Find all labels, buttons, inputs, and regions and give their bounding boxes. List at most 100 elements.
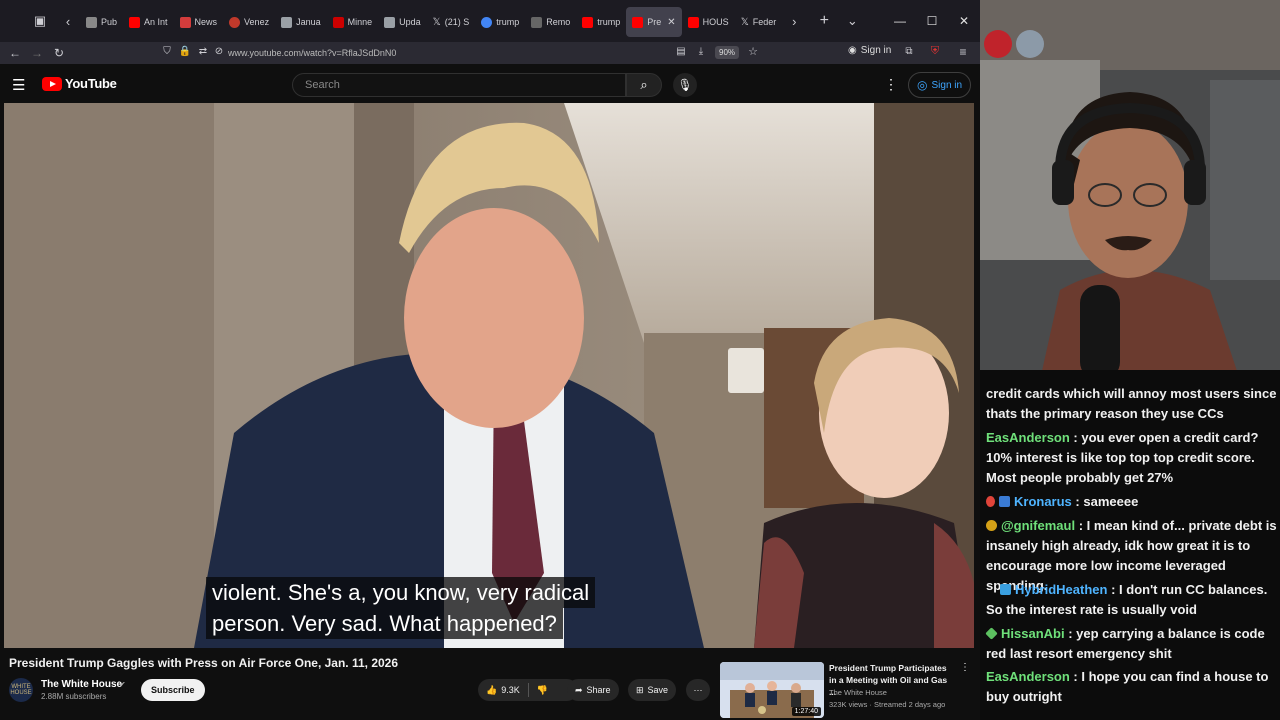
settings-kebab-icon[interactable]: ⋮ bbox=[884, 76, 898, 93]
download-icon[interactable]: ⤓ bbox=[690, 46, 712, 57]
tab-5[interactable]: Minne bbox=[327, 7, 379, 37]
chat-username[interactable]: EasAnderson bbox=[986, 430, 1070, 445]
recommended-kebab-icon[interactable]: ⋮ bbox=[960, 662, 970, 673]
tab-3[interactable]: Venez bbox=[223, 7, 275, 37]
video-duration: 1:27:40 bbox=[791, 707, 821, 716]
sign-in-button[interactable]: ◎ Sign in bbox=[908, 72, 972, 98]
maximize-icon[interactable]: ☐ bbox=[916, 14, 948, 28]
url-bar[interactable]: ⛉ 🔒 ⇄ ⊘ www.youtube.com/watch?v=RflaJSdD… bbox=[150, 42, 770, 64]
share-button[interactable]: ➦ Share bbox=[567, 679, 619, 701]
microphone-icon: 🎙 bbox=[677, 78, 693, 92]
close-tab-icon[interactable]: ✕ bbox=[667, 17, 675, 28]
share-arrow-icon: ➦ bbox=[575, 684, 583, 695]
like-divider bbox=[527, 683, 529, 697]
tab-2[interactable]: News bbox=[174, 7, 224, 37]
sign-in-label: Sign in bbox=[931, 79, 963, 91]
ublock-icon[interactable]: ⛨ bbox=[924, 45, 946, 58]
recommended-video[interactable]: 1:27:40 President Trump Participates in … bbox=[720, 662, 975, 720]
account-label: Sign in bbox=[860, 45, 892, 56]
thumbs-up-icon[interactable]: 👍 bbox=[486, 685, 497, 696]
chat-text: credit cards which will annoy most users… bbox=[986, 386, 1277, 421]
guide-menu-icon[interactable]: ☰ bbox=[12, 76, 25, 94]
tab-6[interactable]: Upda bbox=[378, 7, 427, 37]
subscribe-button[interactable]: Subscribe bbox=[141, 679, 205, 701]
video-title: President Trump Gaggles with Press on Ai… bbox=[9, 656, 399, 670]
tab-overview-icon[interactable]: ▣ bbox=[28, 9, 52, 33]
chat-username[interactable]: HissanAbi bbox=[1001, 626, 1065, 641]
more-actions-button[interactable]: ⋯ bbox=[686, 679, 710, 701]
tab-label: (21) S bbox=[444, 17, 470, 27]
window-controls: — ☐ ✕ bbox=[884, 0, 980, 42]
firefox-account-button[interactable]: ◉ Sign in bbox=[848, 45, 891, 56]
chat-username[interactable]: HybridHeathen bbox=[1015, 582, 1107, 597]
tracking-off-icon[interactable]: ⊘ bbox=[208, 46, 230, 57]
like-count[interactable]: 9.3K bbox=[501, 685, 520, 695]
save-button[interactable]: ⊞ Save bbox=[628, 679, 677, 701]
tab-1[interactable]: An Int bbox=[123, 7, 174, 37]
youtube-header: ☰ YouTube Search ⌕ 🎙 ⋮ ◎ Sign in bbox=[0, 64, 980, 104]
channel-name[interactable]: The White House bbox=[41, 679, 122, 690]
account-circle-icon: ◎ bbox=[917, 78, 928, 92]
chat-username[interactable]: Kronarus bbox=[1014, 494, 1072, 509]
search-input[interactable]: Search bbox=[292, 73, 626, 97]
chat-message: EasAnderson : you ever open a credit car… bbox=[986, 430, 1259, 485]
new-tab-icon[interactable]: + bbox=[812, 9, 836, 33]
tab-10[interactable]: trump bbox=[576, 7, 626, 37]
tab-label: News bbox=[194, 17, 218, 27]
tab-8[interactable]: trump bbox=[475, 7, 525, 37]
url-text[interactable]: www.youtube.com/watch?v=RflaJSdDnN0 bbox=[228, 48, 396, 58]
chat-username[interactable]: @gnifemaul bbox=[1001, 518, 1075, 533]
tab-list-chevron-icon[interactable]: ⌄ bbox=[840, 9, 864, 33]
youtube-play-icon bbox=[42, 76, 62, 91]
screen: ▣ ‹ Pub An Int News Venez Janua Minne Up… bbox=[0, 0, 1280, 720]
tab-scroll-right-icon[interactable]: › bbox=[782, 9, 806, 33]
chat-message: HybridHeathen : I don't run CC balances.… bbox=[986, 582, 1268, 617]
x-logo-icon: 𝕏 bbox=[740, 16, 749, 28]
nav-bar: ← → ↻ ⛉ 🔒 ⇄ ⊘ www.youtube.com/watch?v=Rf… bbox=[0, 42, 980, 64]
reader-view-icon[interactable]: ▤ bbox=[670, 46, 692, 57]
tab-favicon bbox=[531, 16, 543, 28]
forward-icon[interactable]: → bbox=[26, 46, 48, 60]
extensions-icon[interactable]: ⧉ bbox=[898, 46, 920, 57]
tab-label: Upda bbox=[399, 17, 421, 27]
subscriber-count: 2.88M subscribers bbox=[41, 692, 107, 701]
tab-favicon bbox=[86, 16, 97, 28]
tab-label: An Int bbox=[144, 17, 168, 27]
close-window-icon[interactable]: ✕ bbox=[948, 14, 980, 28]
video-player[interactable]: violent. She's a, you know, very radical… bbox=[4, 103, 974, 648]
tab-12[interactable]: HOUS bbox=[682, 7, 735, 37]
save-playlist-icon: ⊞ bbox=[636, 684, 644, 695]
chat-username[interactable]: EasAnderson bbox=[986, 669, 1070, 684]
tab-label: trump bbox=[597, 17, 621, 27]
account-icon: ◉ bbox=[848, 45, 857, 56]
tab-13[interactable]: 𝕏 Feder bbox=[735, 7, 783, 37]
browser-window: ▣ ‹ Pub An Int News Venez Janua Minne Up… bbox=[0, 0, 980, 720]
tab-favicon bbox=[281, 16, 293, 28]
voice-search-button[interactable]: 🎙 bbox=[673, 73, 697, 97]
tab-11-active[interactable]: Pre ✕ bbox=[626, 7, 682, 37]
thumbs-down-icon[interactable]: 👎 bbox=[537, 685, 548, 696]
youtube-logo[interactable]: YouTube bbox=[42, 76, 117, 91]
channel-avatar[interactable]: WHITE HOUSE bbox=[9, 678, 33, 702]
share-label: Share bbox=[586, 685, 611, 695]
chat-message: Kronarus : sameeee bbox=[986, 492, 1280, 512]
tab-0[interactable]: Pub bbox=[80, 7, 123, 37]
tab-scroll-left-icon[interactable]: ‹ bbox=[56, 9, 80, 33]
tab-label: Minne bbox=[347, 17, 373, 27]
minimize-icon[interactable]: — bbox=[884, 14, 916, 28]
back-icon[interactable]: ← bbox=[4, 46, 26, 60]
tab-favicon bbox=[332, 16, 344, 28]
tab-9[interactable]: Remo bbox=[525, 7, 576, 37]
bookmark-star-icon[interactable]: ☆ bbox=[742, 45, 764, 58]
stream-chat: credit cards which will annoy most users… bbox=[980, 370, 1280, 720]
tab-4[interactable]: Janua bbox=[275, 7, 327, 37]
tab-7[interactable]: 𝕏 (21) S bbox=[427, 7, 476, 37]
reload-icon[interactable]: ↻ bbox=[48, 46, 70, 60]
chat-badge-icon bbox=[986, 496, 995, 507]
recommended-thumbnail[interactable]: 1:27:40 bbox=[720, 662, 824, 718]
zoom-level[interactable]: 90% bbox=[715, 46, 740, 59]
menu-icon[interactable]: ≡ bbox=[952, 45, 974, 59]
tab-label: HOUS bbox=[702, 17, 729, 27]
tab-favicon bbox=[129, 16, 141, 28]
search-button[interactable]: ⌕ bbox=[626, 73, 662, 97]
